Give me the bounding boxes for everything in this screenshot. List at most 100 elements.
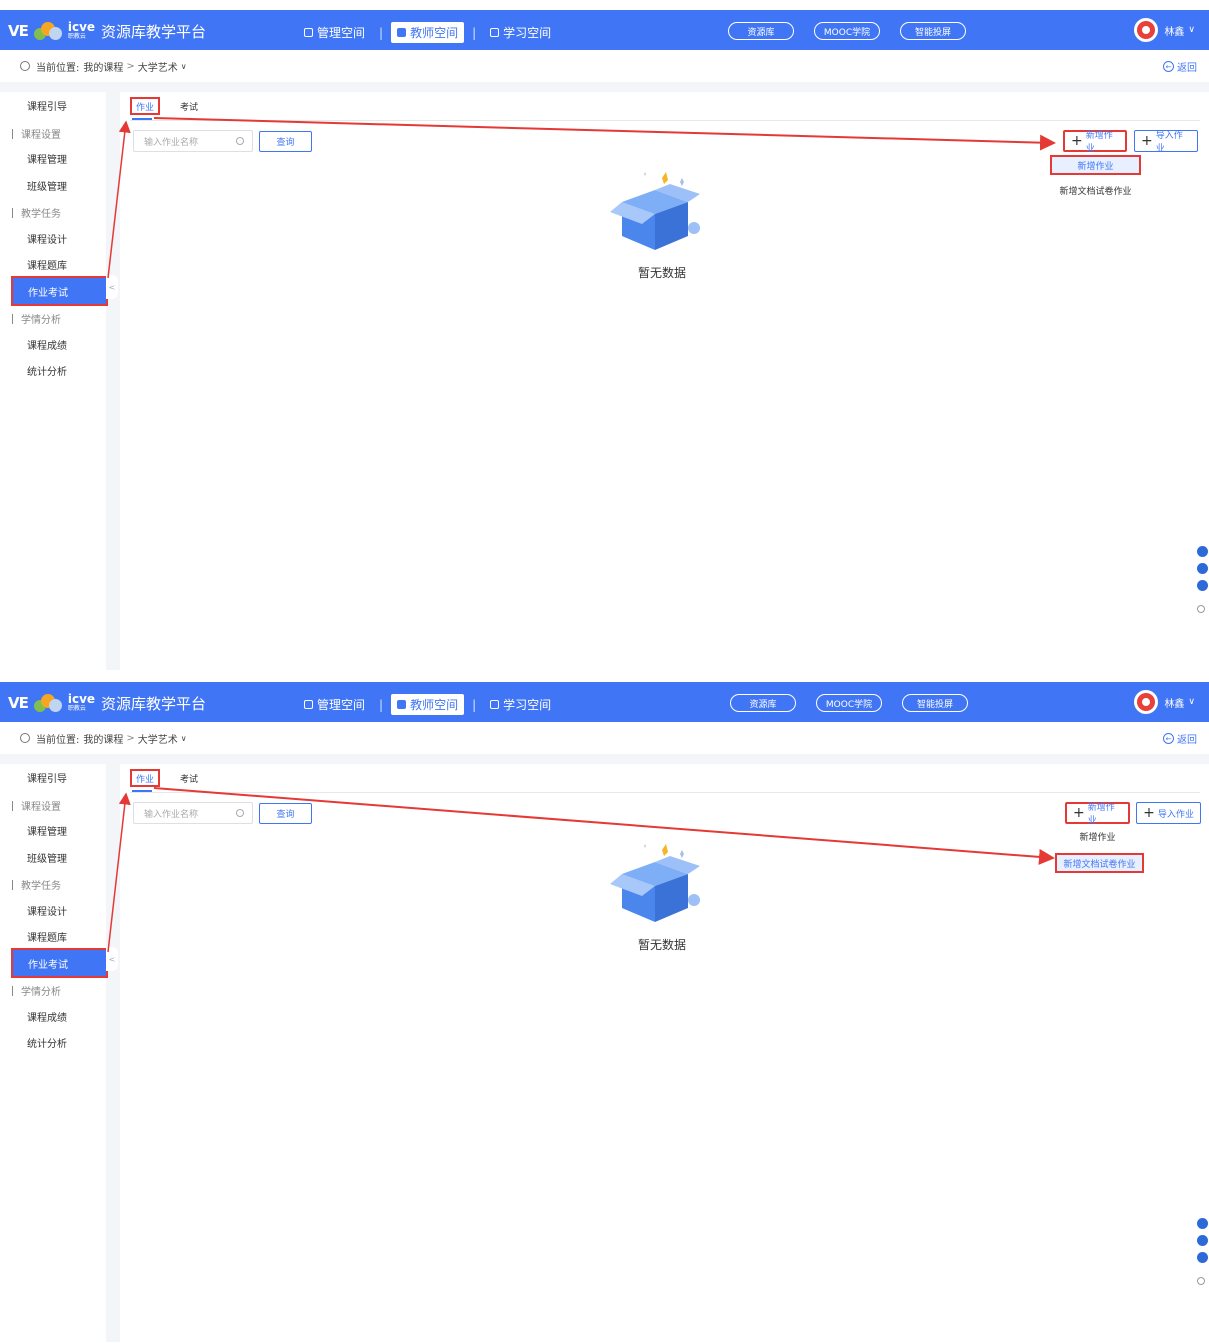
breadcrumb: 当前位置: 我的课程 > 大学艺术 ∨ ← 返回 [0, 722, 1209, 754]
tab-exam[interactable]: 考试 [176, 97, 202, 115]
add-homework-label: 新增作业 [1085, 131, 1113, 154]
teacher-icon [397, 700, 407, 709]
tab-learning-space[interactable]: 学习空间 [484, 694, 557, 715]
query-button[interactable]: 查询 [259, 131, 312, 152]
breadcrumb-course[interactable]: 大学艺术 [138, 731, 178, 746]
search-input[interactable]: 输入作业名称 [133, 802, 253, 824]
download-icon[interactable] [1197, 1235, 1208, 1246]
chevron-right-icon: > [126, 60, 135, 72]
sidebar-item-course-management[interactable]: 课程管理 [12, 817, 106, 843]
sidebar-item-homework-exam[interactable]: 作业考试 [11, 948, 108, 978]
cloud-logo-icon [33, 22, 62, 40]
breadcrumb-my-courses[interactable]: 我的课程 [83, 59, 123, 74]
user-menu[interactable]: 林鑫 ∨ [1134, 18, 1195, 42]
tab-management-space[interactable]: 管理空间 [298, 694, 371, 715]
search-placeholder: 输入作业名称 [144, 809, 199, 820]
menu-item-add-homework[interactable]: 新增作业 [1055, 828, 1140, 844]
tab-label: 教师空间 [410, 26, 459, 40]
active-tab-indicator [132, 790, 152, 792]
breadcrumb-course[interactable]: 大学艺术 [138, 59, 178, 74]
tab-bar: 作业 考试 [130, 97, 202, 115]
search-icon[interactable] [236, 809, 244, 817]
cloud-icon[interactable] [1197, 1218, 1208, 1229]
plus-icon: + [1073, 805, 1085, 821]
plus-icon: + [1143, 805, 1155, 821]
import-homework-label: 导入作业 [1155, 131, 1183, 154]
tab-homework[interactable]: 作业 [130, 97, 161, 115]
management-icon [304, 28, 313, 37]
cloud-icon[interactable] [1197, 546, 1208, 557]
tab-learning-space[interactable]: 学习空间 [484, 22, 557, 43]
menu-item-add-document-homework[interactable]: 新增文档试卷作业 [1055, 853, 1144, 873]
chevron-down-icon: ∨ [1188, 25, 1195, 35]
sidebar-item-statistics[interactable]: 统计分析 [12, 357, 106, 383]
import-homework-button[interactable]: + 导入作业 [1134, 130, 1198, 154]
back-label: 返回 [1177, 735, 1197, 746]
chevron-down-icon: ∨ [1188, 697, 1195, 707]
collapse-sidebar-icon[interactable]: < [106, 947, 118, 971]
breadcrumb: 当前位置: 我的课程 > 大学艺术 ∨ ← 返回 [0, 50, 1209, 82]
help-icon[interactable] [1197, 580, 1208, 591]
sidebar-item-course-guide[interactable]: 课程引导 [12, 764, 106, 790]
sidebar-item-course-design[interactable]: 课程设计 [12, 225, 106, 251]
top-bar: VE icve 职教云 资源库教学平台 管理空间 | 教师空间 | 学习空间 资… [0, 10, 1209, 50]
user-menu[interactable]: 林鑫 ∨ [1134, 690, 1195, 714]
sidebar-section-course-settings: 课程设置 [12, 798, 61, 813]
chevron-down-icon[interactable]: ∨ [181, 734, 187, 743]
location-icon [20, 61, 30, 71]
back-arrow-icon: ← [1163, 733, 1174, 744]
sidebar-item-question-bank[interactable]: 课程题库 [12, 923, 106, 949]
add-homework-button[interactable]: + 新增作业 [1063, 130, 1127, 154]
download-icon[interactable] [1197, 563, 1208, 574]
avatar [1134, 690, 1159, 714]
sidebar-item-course-design[interactable]: 课程设计 [12, 897, 106, 923]
floating-toolbar [1193, 540, 1209, 620]
search-icon[interactable] [236, 137, 244, 145]
sidebar-item-homework-exam[interactable]: 作业考试 [11, 276, 108, 306]
back-button[interactable]: ← 返回 [1163, 731, 1197, 746]
screenshot-panel-1: VE icve 职教云 资源库教学平台 管理空间 | 教师空间 | 学习空间 资… [0, 10, 1209, 670]
sidebar-item-course-guide[interactable]: 课程引导 [12, 92, 106, 118]
resource-library-link[interactable]: 资源库 [730, 694, 796, 712]
chevron-down-icon[interactable]: ∨ [181, 62, 187, 71]
empty-box-icon [610, 844, 700, 922]
sidebar-item-course-management[interactable]: 课程管理 [12, 145, 106, 171]
settings-icon[interactable] [1197, 605, 1205, 613]
resource-library-link[interactable]: 资源库 [728, 22, 794, 40]
tab-exam[interactable]: 考试 [176, 769, 202, 787]
mooc-link[interactable]: MOOC学院 [814, 22, 880, 40]
app-title: 资源库教学平台 [101, 22, 207, 41]
collapse-sidebar-icon[interactable]: < [106, 275, 118, 299]
logo: VE icve 职教云 资源库教学平台 [8, 20, 206, 42]
sidebar-section-teaching-tasks: 教学任务 [12, 205, 61, 220]
sidebar-item-course-grades[interactable]: 课程成绩 [12, 331, 106, 357]
sidebar-item-course-grades[interactable]: 课程成绩 [12, 1003, 106, 1029]
tab-homework[interactable]: 作业 [130, 769, 161, 787]
plus-icon: + [1141, 133, 1153, 149]
search-input[interactable]: 输入作业名称 [133, 130, 253, 152]
sidebar-item-class-management[interactable]: 班级管理 [12, 172, 106, 198]
import-homework-button[interactable]: + 导入作业 [1136, 802, 1201, 824]
sidebar-item-class-management[interactable]: 班级管理 [12, 844, 106, 870]
tab-teacher-space[interactable]: 教师空间 [391, 22, 465, 43]
smart-cast-link[interactable]: 智能投屏 [902, 694, 968, 712]
help-icon[interactable] [1197, 1252, 1208, 1263]
mooc-link[interactable]: MOOC学院 [816, 694, 882, 712]
main-content: 作业 考试 输入作业名称 查询 + 新增作业 + 导入作业 新增作业 新增文档试卷作… [120, 764, 1209, 1342]
add-homework-button[interactable]: + 新增作业 [1065, 802, 1130, 826]
settings-icon[interactable] [1197, 1277, 1205, 1285]
back-label: 返回 [1177, 63, 1197, 74]
smart-cast-link[interactable]: 智能投屏 [900, 22, 966, 40]
menu-item-add-homework[interactable]: 新增作业 [1050, 155, 1141, 175]
main-content: 作业 考试 输入作业名称 查询 + 新增作业 + 导入作业 新增作业 新增文档试卷作… [120, 92, 1209, 670]
sidebar-item-statistics[interactable]: 统计分析 [12, 1029, 106, 1055]
tab-management-space[interactable]: 管理空间 [298, 22, 371, 43]
sidebar-item-question-bank[interactable]: 课程题库 [12, 251, 106, 277]
menu-item-add-document-homework[interactable]: 新增文档试卷作业 [1050, 182, 1141, 198]
query-button[interactable]: 查询 [259, 803, 312, 824]
tab-teacher-space[interactable]: 教师空间 [391, 694, 465, 715]
back-button[interactable]: ← 返回 [1163, 59, 1197, 74]
cloud-logo-icon [33, 694, 62, 712]
breadcrumb-my-courses[interactable]: 我的课程 [83, 731, 123, 746]
sidebar: 课程引导 课程设置 课程管理 班级管理 教学任务 课程设计 课程题库 作业考试 … [0, 92, 108, 670]
